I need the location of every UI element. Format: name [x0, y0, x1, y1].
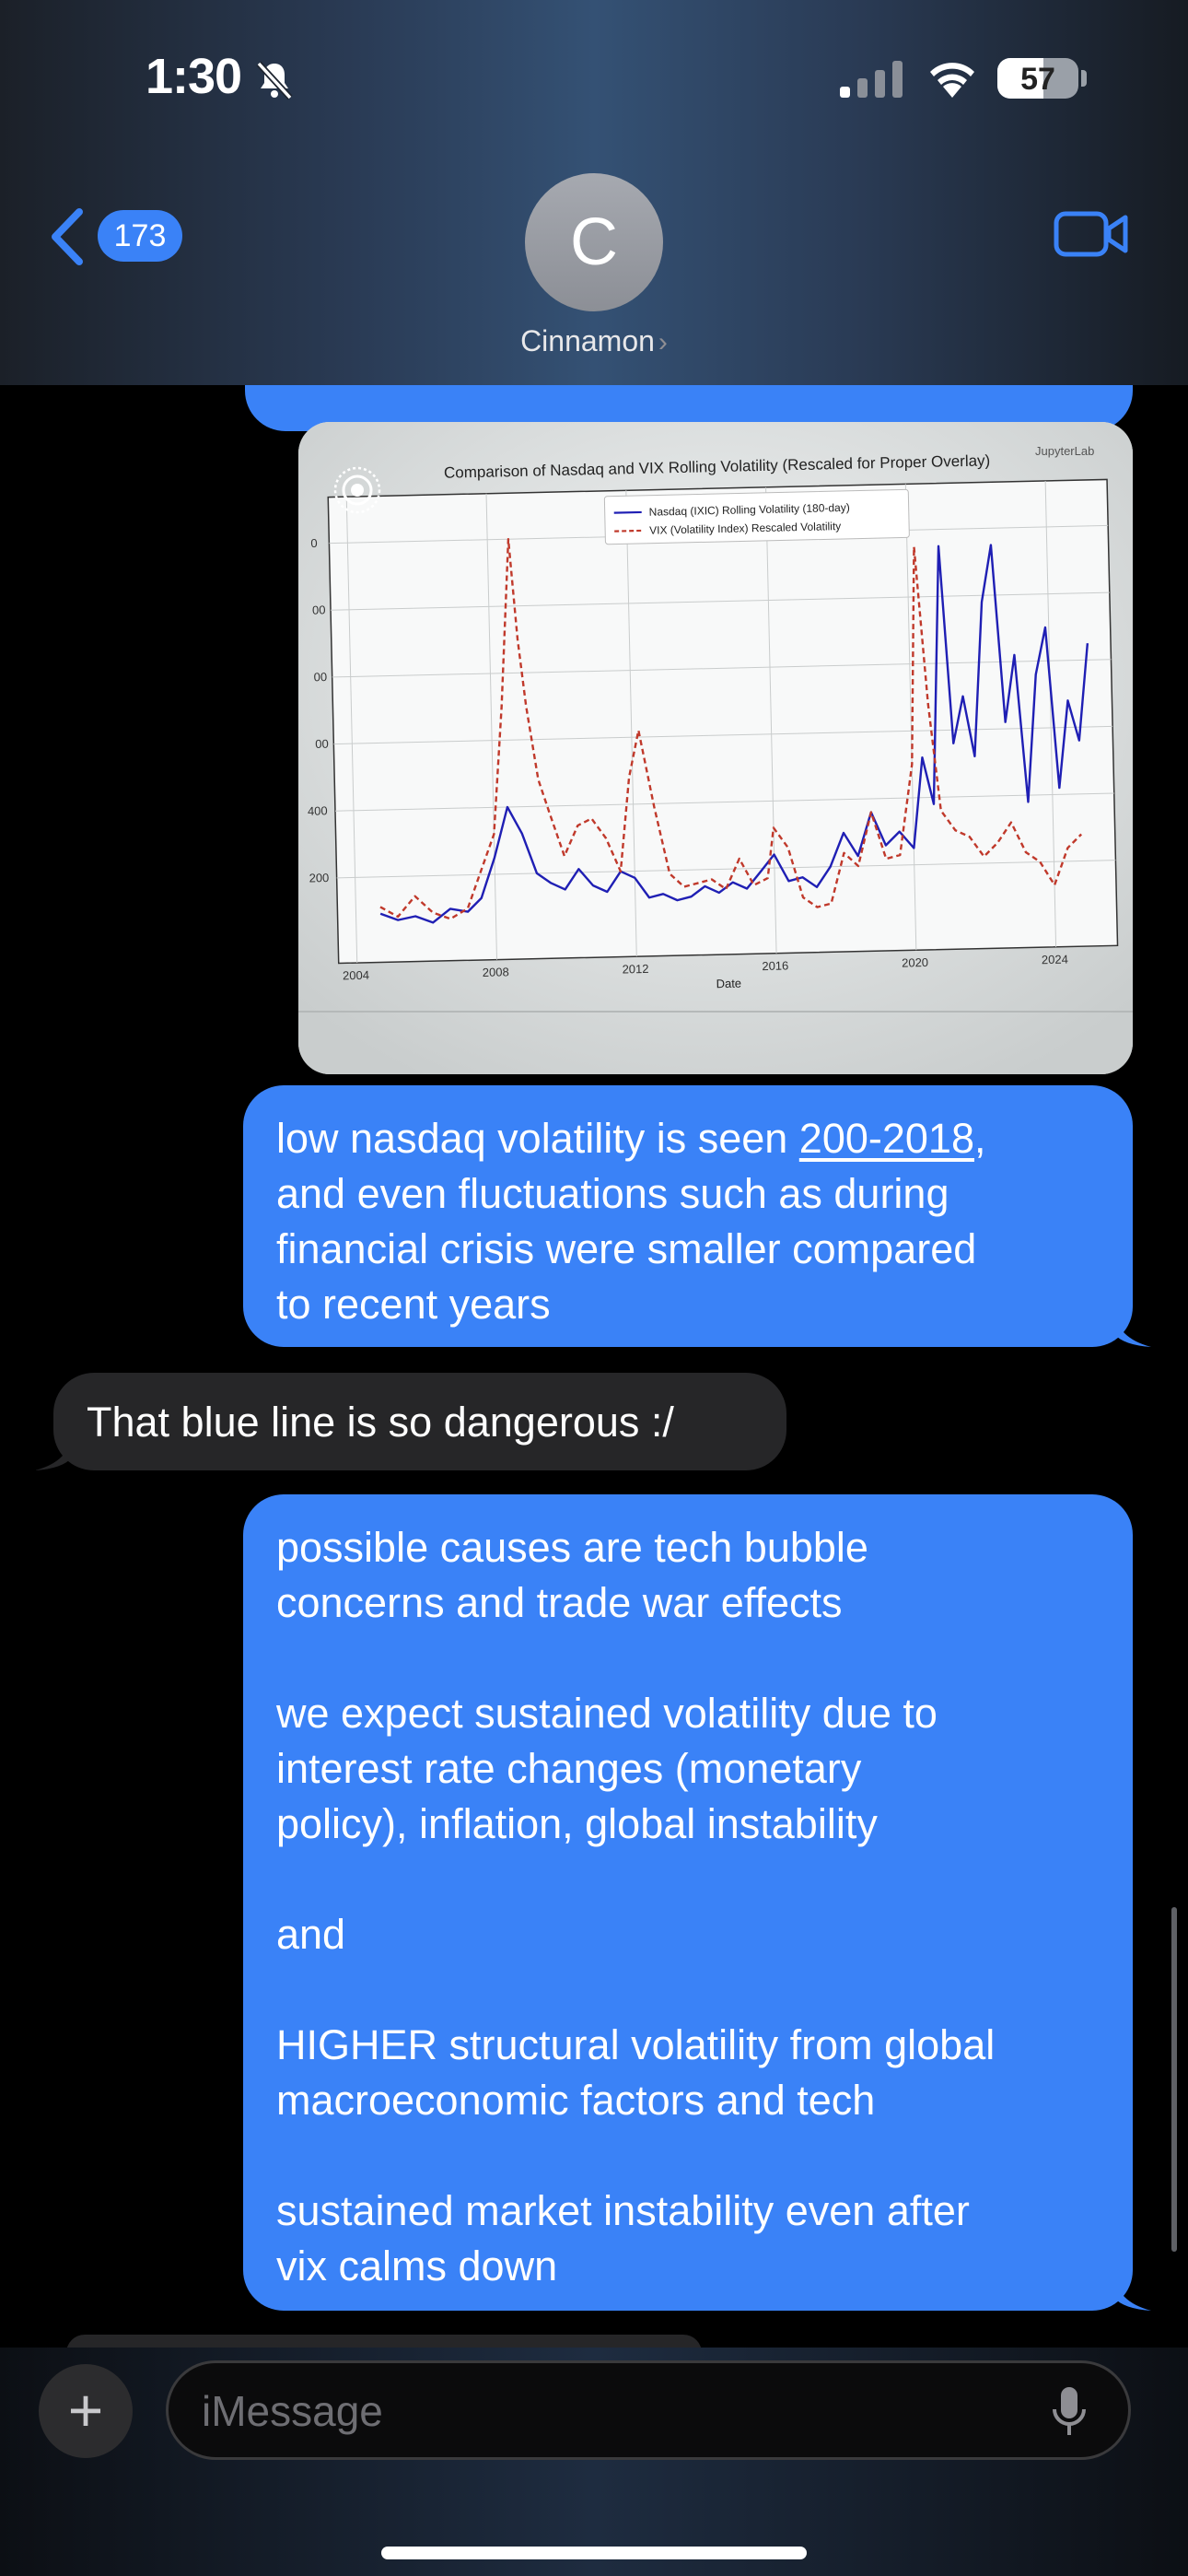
received-message[interactable]: That blue line is so dangerous :/: [53, 1373, 786, 1470]
contact-name: Cinnamon: [520, 324, 655, 357]
message-text: low nasdaq volatility is seen: [276, 1115, 799, 1162]
x-axis-label: Date: [716, 977, 741, 991]
x-tick-label: 2004: [343, 968, 369, 983]
y-tick-label: 00: [312, 603, 326, 616]
status-time: 1:30: [146, 49, 242, 104]
chart-legend: Nasdaq (IXIC) Rolling Volatility (180-da…: [603, 488, 910, 545]
cellular-signal-icon: [840, 61, 903, 98]
sent-message[interactable]: possible causes are tech bubble concerns…: [243, 1494, 1133, 2311]
x-tick-label: 2008: [483, 965, 509, 979]
scrollbar[interactable]: [1171, 1907, 1177, 2252]
battery-nub: [1081, 70, 1087, 87]
avatar[interactable]: C: [525, 173, 663, 311]
back-unread-count[interactable]: 173: [98, 210, 182, 262]
jupyterlab-label: JupyterLab: [1035, 444, 1094, 458]
message-transcript[interactable]: 2004 2008 2012 2016 2020 2024 200 400 00 00 00 0 Com…: [0, 385, 1188, 2348]
legend-swatch: [613, 510, 642, 514]
chart-photo-attachment[interactable]: 2004 2008 2012 2016 2020 2024 200 400 00 00 00 0 Com…: [298, 422, 1133, 1074]
home-indicator[interactable]: [381, 2547, 807, 2559]
bubble-tail: [1114, 1310, 1151, 1347]
wifi-icon: [930, 63, 974, 98]
message-input[interactable]: [200, 2363, 1014, 2459]
x-tick-label: 2020: [902, 955, 928, 970]
message-input-container[interactable]: [166, 2360, 1131, 2460]
x-tick-label: 2024: [1042, 953, 1068, 967]
volatility-chart: 2004 2008 2012 2016 2020 20242004000000000Com…: [298, 422, 1133, 1074]
bubble-tail: [35, 1434, 72, 1470]
x-tick-label: 2012: [622, 962, 648, 977]
sent-message[interactable]: low nasdaq volatility is seen 200-2018, …: [243, 1085, 1133, 1347]
y-tick-label: 0: [310, 536, 318, 550]
next-received-bubble[interactable]: [66, 2335, 702, 2348]
date-range-link[interactable]: 200-2018: [799, 1115, 974, 1162]
y-tick-label: 00: [314, 670, 328, 684]
video-camera-icon[interactable]: [1054, 208, 1129, 260]
microphone-icon[interactable]: [1051, 2385, 1088, 2439]
live-photo-icon[interactable]: [332, 464, 383, 516]
contact-name-button[interactable]: Cinnamon ›: [0, 324, 1188, 358]
bubble-tail: [1114, 2274, 1151, 2311]
y-tick-label: 200: [309, 871, 329, 884]
chevron-right-icon: ›: [658, 327, 668, 357]
composer-bar: +: [0, 2348, 1188, 2576]
apps-plus-button[interactable]: +: [39, 2364, 133, 2458]
chevron-left-icon[interactable]: [44, 206, 90, 267]
battery-percent: 57: [1020, 62, 1055, 97]
battery-icon: 57: [997, 58, 1078, 99]
x-tick-label: 2016: [762, 958, 788, 973]
y-tick-label: 400: [308, 803, 328, 817]
conversation-header: 1:30 57 173 C Cinnamon ›: [0, 0, 1188, 385]
bell-slash-icon: [256, 61, 293, 100]
y-tick-label: 00: [315, 737, 329, 751]
